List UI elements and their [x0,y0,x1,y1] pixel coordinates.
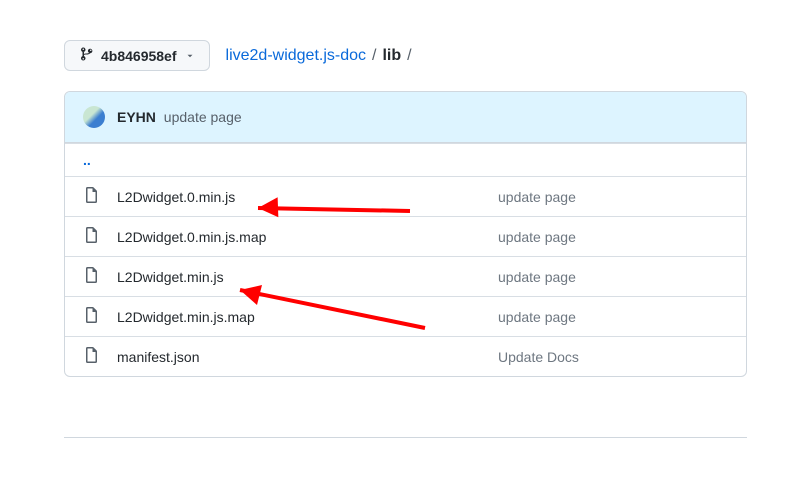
file-commit-message[interactable]: update page [498,309,728,325]
file-commit-message[interactable]: update page [498,269,728,285]
branch-label: 4b846958ef [101,48,177,64]
file-link[interactable]: L2Dwidget.0.min.js [117,189,317,205]
file-link[interactable]: L2Dwidget.0.min.js.map [117,229,317,245]
breadcrumb: live2d-widget.js-doc / lib / [226,47,414,65]
file-list: .. L2Dwidget.0.min.js update page L2Dwid… [65,143,746,376]
file-link[interactable]: L2Dwidget.min.js [117,269,317,285]
file-icon [83,267,103,286]
file-browser-panel: EYHN update page .. L2Dwidget.0.min.js u… [64,91,747,377]
parent-directory-link[interactable]: .. [83,152,91,168]
branch-selector-button[interactable]: 4b846958ef [64,40,210,71]
file-commit-message[interactable]: update page [498,189,728,205]
file-row: L2Dwidget.min.js.map update page [65,296,746,336]
file-icon [83,307,103,326]
file-icon [83,187,103,206]
breadcrumb-repo-link[interactable]: live2d-widget.js-doc [226,47,367,65]
chevron-down-icon [185,48,195,64]
breadcrumb-separator: / [370,47,378,65]
file-commit-message[interactable]: update page [498,229,728,245]
latest-commit-header: EYHN update page [65,92,746,143]
file-link[interactable]: L2Dwidget.min.js.map [117,309,317,325]
git-branch-icon [79,46,95,65]
file-row: L2Dwidget.min.js update page [65,256,746,296]
file-row: manifest.json Update Docs [65,336,746,376]
avatar[interactable] [83,106,105,128]
file-icon [83,347,103,366]
file-icon [83,227,103,246]
file-link[interactable]: manifest.json [117,349,317,365]
parent-directory-row[interactable]: .. [65,143,746,176]
file-row: L2Dwidget.0.min.js.map update page [65,216,746,256]
commit-message[interactable]: update page [164,109,242,125]
breadcrumb-current: lib [382,47,401,65]
breadcrumb-separator: / [405,47,413,65]
footer-divider [64,437,747,438]
file-row: L2Dwidget.0.min.js update page [65,176,746,216]
file-commit-message[interactable]: Update Docs [498,349,728,365]
commit-author-link[interactable]: EYHN [117,109,156,125]
